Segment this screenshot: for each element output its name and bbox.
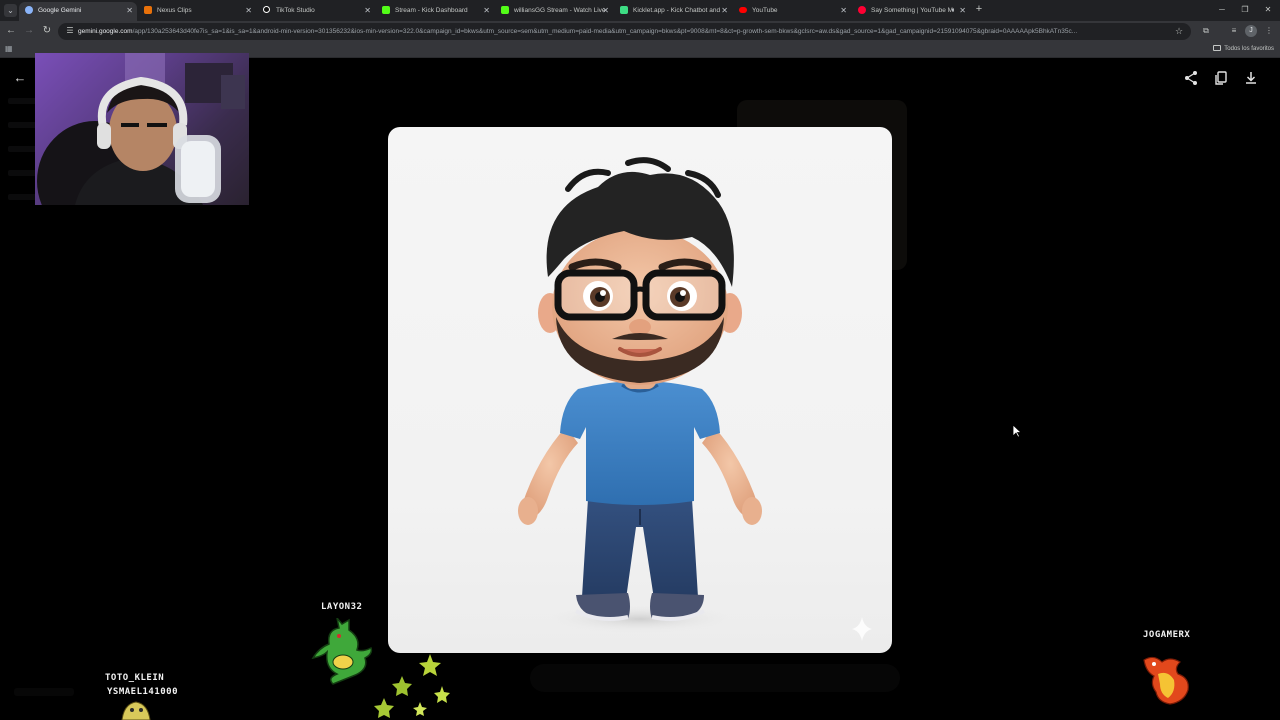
url-text[interactable]: gemini.google.com/app/130a253643d40fe7is… xyxy=(78,23,1168,40)
tab-google-gemini[interactable]: Google Gemini ✕ xyxy=(19,2,137,21)
download-icon[interactable] xyxy=(1241,68,1261,88)
close-tab-icon[interactable]: ✕ xyxy=(721,2,728,19)
gemini-icon xyxy=(25,6,33,14)
close-tab-icon[interactable]: ✕ xyxy=(126,2,133,19)
menu-icon[interactable]: ⋮ xyxy=(1262,24,1276,38)
kicklet-icon xyxy=(620,6,628,14)
tab-title: Nexus Clips xyxy=(157,7,192,14)
tab-title: Say Something | YouTube M xyxy=(871,7,954,14)
new-tab-button[interactable]: + xyxy=(973,2,985,17)
all-bookmarks-label: Todos los favoritos xyxy=(1224,46,1274,52)
faded-footer xyxy=(14,688,74,696)
close-tab-icon[interactable]: ✕ xyxy=(840,2,847,19)
url-path: /app/130a253643d40fe7is_sa=1&is_sa=1&and… xyxy=(132,28,1078,35)
url-host: gemini.google.com xyxy=(78,28,133,35)
site-info-icon[interactable]: ☰ xyxy=(64,25,76,37)
tab-strip: ⌄ Google Gemini ✕ Nexus Clips ✕ TikTok S… xyxy=(0,0,1280,21)
viewer-name-ysmael141000: YSMAEL141000 xyxy=(107,687,179,697)
tab-nexus-clips[interactable]: Nexus Clips ✕ xyxy=(138,2,256,21)
close-tab-icon[interactable]: ✕ xyxy=(959,2,966,19)
close-tab-icon[interactable]: ✕ xyxy=(245,2,252,19)
back-arrow-icon[interactable]: ← xyxy=(4,24,18,38)
close-tab-icon[interactable]: ✕ xyxy=(364,2,371,19)
all-bookmarks-button[interactable]: Todos los favoritos xyxy=(1213,42,1274,57)
mouse-cursor-icon xyxy=(1012,424,1022,438)
tab-title: Google Gemini xyxy=(38,7,82,14)
reading-list-icon[interactable]: ≡ xyxy=(1227,24,1241,38)
kick-icon xyxy=(382,6,390,14)
gemini-image-viewer: ← LAYON32 JOGAMERX TOTO_KLEIN YSMAEL1410… xyxy=(0,53,1280,720)
fire-bird-sprite xyxy=(1143,656,1189,705)
tab-tiktok-studio[interactable]: TikTok Studio ✕ xyxy=(257,2,375,21)
profile-avatar[interactable]: J xyxy=(1245,25,1257,37)
address-bar[interactable]: ☰ gemini.google.com/app/130a253643d40fe7… xyxy=(58,23,1191,40)
viewer-name-layon32: LAYON32 xyxy=(321,602,363,612)
copy-icon[interactable] xyxy=(1211,68,1231,88)
faded-prompt-input xyxy=(530,664,900,692)
speaker-icon[interactable]: 🔈︎ xyxy=(952,2,956,19)
close-tab-icon[interactable]: ✕ xyxy=(483,2,490,19)
sparkles-sprite xyxy=(374,654,450,718)
kick-icon xyxy=(501,6,509,14)
tab-kicklet[interactable]: Kicklet.app - Kick Chatbot and ✕ xyxy=(614,2,732,21)
tab-title: Stream - Kick Dashboard xyxy=(395,7,468,14)
youtube-icon xyxy=(739,7,747,13)
generated-image[interactable] xyxy=(388,127,892,653)
streamer-webcam xyxy=(35,53,249,205)
nexus-clips-icon xyxy=(144,6,152,14)
forward-arrow-icon[interactable]: → xyxy=(22,24,36,38)
small-creature-sprite xyxy=(121,701,151,720)
cartoon-avatar-illustration xyxy=(518,157,872,641)
tab-title: TikTok Studio xyxy=(276,7,315,14)
restore-icon[interactable]: ❐ xyxy=(1235,2,1255,17)
tiktok-icon xyxy=(263,6,270,13)
tab-title: williansGG Stream - Watch Live xyxy=(514,7,606,14)
close-tab-icon[interactable]: ✕ xyxy=(602,2,609,19)
browser-toolbar: ← → ↻ ☰ gemini.google.com/app/130a253643… xyxy=(0,21,1280,42)
reload-icon[interactable]: ↻ xyxy=(40,24,54,38)
minimize-icon[interactable]: ─ xyxy=(1212,2,1232,17)
youtube-music-icon xyxy=(858,6,866,14)
window-close-icon[interactable]: ✕ xyxy=(1258,2,1278,17)
tab-title: YouTube xyxy=(752,7,778,14)
bookmark-star-icon[interactable]: ☆ xyxy=(1173,25,1185,37)
green-dragon-sprite xyxy=(311,618,373,685)
faded-sidebar xyxy=(8,98,38,218)
tab-kick-dashboard[interactable]: Stream - Kick Dashboard ✕ xyxy=(376,2,494,21)
tab-title: Kicklet.app - Kick Chatbot and xyxy=(633,7,721,14)
folder-icon xyxy=(1213,45,1222,51)
viewer-name-jogamerx: JOGAMERX xyxy=(1143,630,1191,640)
share-icon[interactable] xyxy=(1181,68,1201,88)
tab-search-button[interactable]: ⌄ xyxy=(4,4,17,17)
tab-williansgg-stream[interactable]: williansGG Stream - Watch Live ✕ xyxy=(495,2,613,21)
tab-youtube[interactable]: YouTube ✕ xyxy=(733,2,851,21)
apps-grid-icon[interactable]: ▦ xyxy=(5,44,15,54)
tab-youtube-music[interactable]: Say Something | YouTube M 🔈︎ ✕ xyxy=(852,2,970,21)
viewer-name-toto-klein: TOTO_KLEIN xyxy=(105,673,165,683)
arrow-back-icon[interactable]: ← xyxy=(10,68,30,88)
extensions-icon[interactable]: ⧉ xyxy=(1199,24,1213,38)
